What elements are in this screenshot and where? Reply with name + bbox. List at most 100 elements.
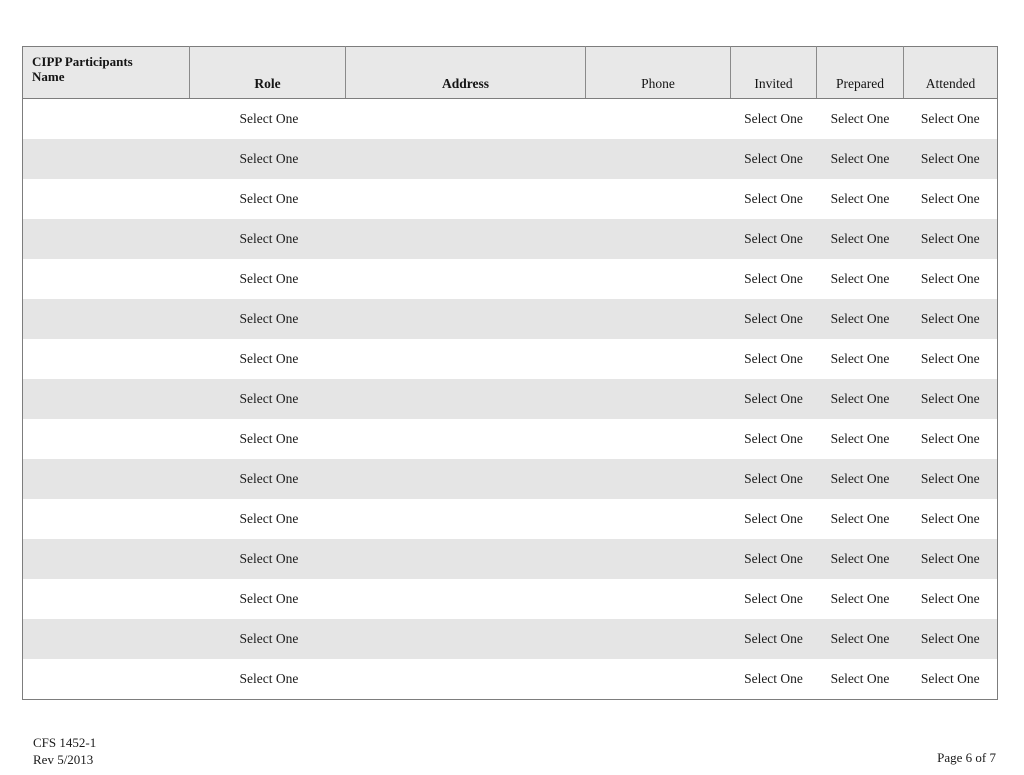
- cell-prepared[interactable]: Select One: [817, 659, 904, 700]
- cell-phone[interactable]: [586, 539, 731, 579]
- cell-prepared[interactable]: Select One: [817, 259, 904, 299]
- cell-address[interactable]: [346, 259, 586, 299]
- cell-role[interactable]: Select One: [190, 139, 346, 179]
- cell-name[interactable]: [23, 259, 190, 299]
- cell-attended[interactable]: Select One: [904, 219, 998, 259]
- cell-prepared[interactable]: Select One: [817, 539, 904, 579]
- cell-prepared[interactable]: Select One: [817, 459, 904, 499]
- cell-prepared[interactable]: Select One: [817, 299, 904, 339]
- cell-prepared[interactable]: Select One: [817, 339, 904, 379]
- cell-attended[interactable]: Select One: [904, 299, 998, 339]
- cell-prepared[interactable]: Select One: [817, 419, 904, 459]
- cell-attended[interactable]: Select One: [904, 139, 998, 179]
- cell-role[interactable]: Select One: [190, 99, 346, 140]
- cell-attended[interactable]: Select One: [904, 619, 998, 659]
- cell-phone[interactable]: [586, 179, 731, 219]
- cell-name[interactable]: [23, 539, 190, 579]
- cell-address[interactable]: [346, 219, 586, 259]
- cell-invited[interactable]: Select One: [731, 179, 817, 219]
- cell-invited[interactable]: Select One: [731, 299, 817, 339]
- cell-role[interactable]: Select One: [190, 179, 346, 219]
- cell-name[interactable]: [23, 99, 190, 140]
- cell-attended[interactable]: Select One: [904, 659, 998, 700]
- cell-prepared[interactable]: Select One: [817, 379, 904, 419]
- cell-phone[interactable]: [586, 459, 731, 499]
- cell-invited[interactable]: Select One: [731, 219, 817, 259]
- cell-invited[interactable]: Select One: [731, 579, 817, 619]
- cell-name[interactable]: [23, 379, 190, 419]
- cell-prepared[interactable]: Select One: [817, 139, 904, 179]
- cell-address[interactable]: [346, 419, 586, 459]
- cell-address[interactable]: [346, 499, 586, 539]
- cell-name[interactable]: [23, 419, 190, 459]
- cell-role[interactable]: Select One: [190, 539, 346, 579]
- cell-prepared[interactable]: Select One: [817, 219, 904, 259]
- cell-name[interactable]: [23, 339, 190, 379]
- cell-role[interactable]: Select One: [190, 459, 346, 499]
- cell-invited[interactable]: Select One: [731, 419, 817, 459]
- cell-address[interactable]: [346, 179, 586, 219]
- cell-attended[interactable]: Select One: [904, 99, 998, 140]
- cell-role[interactable]: Select One: [190, 499, 346, 539]
- cell-invited[interactable]: Select One: [731, 99, 817, 140]
- cell-address[interactable]: [346, 139, 586, 179]
- cell-role[interactable]: Select One: [190, 299, 346, 339]
- cell-phone[interactable]: [586, 619, 731, 659]
- cell-attended[interactable]: Select One: [904, 259, 998, 299]
- cell-role[interactable]: Select One: [190, 619, 346, 659]
- cell-phone[interactable]: [586, 219, 731, 259]
- cell-attended[interactable]: Select One: [904, 379, 998, 419]
- cell-role[interactable]: Select One: [190, 419, 346, 459]
- cell-role[interactable]: Select One: [190, 379, 346, 419]
- cell-address[interactable]: [346, 539, 586, 579]
- cell-name[interactable]: [23, 299, 190, 339]
- cell-attended[interactable]: Select One: [904, 459, 998, 499]
- cell-name[interactable]: [23, 659, 190, 700]
- cell-role[interactable]: Select One: [190, 579, 346, 619]
- cell-prepared[interactable]: Select One: [817, 179, 904, 219]
- cell-invited[interactable]: Select One: [731, 659, 817, 700]
- cell-address[interactable]: [346, 579, 586, 619]
- cell-phone[interactable]: [586, 339, 731, 379]
- cell-phone[interactable]: [586, 379, 731, 419]
- cell-invited[interactable]: Select One: [731, 259, 817, 299]
- cell-address[interactable]: [346, 339, 586, 379]
- cell-address[interactable]: [346, 459, 586, 499]
- cell-phone[interactable]: [586, 139, 731, 179]
- cell-prepared[interactable]: Select One: [817, 579, 904, 619]
- cell-phone[interactable]: [586, 659, 731, 700]
- cell-address[interactable]: [346, 619, 586, 659]
- cell-invited[interactable]: Select One: [731, 499, 817, 539]
- cell-name[interactable]: [23, 219, 190, 259]
- cell-phone[interactable]: [586, 579, 731, 619]
- cell-phone[interactable]: [586, 499, 731, 539]
- cell-prepared[interactable]: Select One: [817, 619, 904, 659]
- cell-phone[interactable]: [586, 99, 731, 140]
- cell-invited[interactable]: Select One: [731, 619, 817, 659]
- cell-role[interactable]: Select One: [190, 339, 346, 379]
- cell-name[interactable]: [23, 459, 190, 499]
- cell-prepared[interactable]: Select One: [817, 99, 904, 140]
- cell-address[interactable]: [346, 379, 586, 419]
- cell-phone[interactable]: [586, 419, 731, 459]
- cell-address[interactable]: [346, 299, 586, 339]
- cell-name[interactable]: [23, 579, 190, 619]
- cell-attended[interactable]: Select One: [904, 499, 998, 539]
- cell-address[interactable]: [346, 99, 586, 140]
- cell-attended[interactable]: Select One: [904, 339, 998, 379]
- cell-role[interactable]: Select One: [190, 659, 346, 700]
- cell-name[interactable]: [23, 179, 190, 219]
- cell-invited[interactable]: Select One: [731, 539, 817, 579]
- cell-invited[interactable]: Select One: [731, 459, 817, 499]
- cell-invited[interactable]: Select One: [731, 379, 817, 419]
- cell-phone[interactable]: [586, 259, 731, 299]
- cell-attended[interactable]: Select One: [904, 419, 998, 459]
- cell-invited[interactable]: Select One: [731, 339, 817, 379]
- cell-attended[interactable]: Select One: [904, 179, 998, 219]
- cell-role[interactable]: Select One: [190, 219, 346, 259]
- cell-role[interactable]: Select One: [190, 259, 346, 299]
- cell-attended[interactable]: Select One: [904, 539, 998, 579]
- cell-attended[interactable]: Select One: [904, 579, 998, 619]
- cell-name[interactable]: [23, 499, 190, 539]
- cell-phone[interactable]: [586, 299, 731, 339]
